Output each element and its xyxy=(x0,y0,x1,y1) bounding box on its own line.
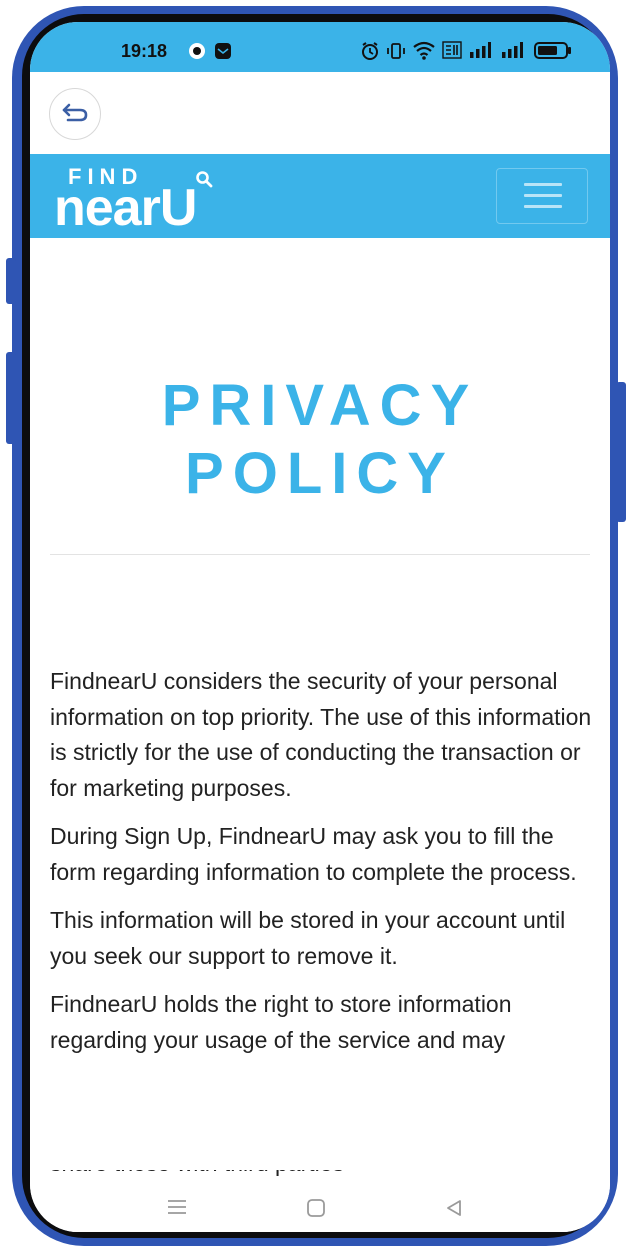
home-icon[interactable] xyxy=(306,1198,326,1218)
system-nav-bar xyxy=(30,1182,610,1232)
policy-paragraph: This information will be stored in your … xyxy=(50,907,566,969)
wifi-icon xyxy=(413,41,435,60)
alarm-icon xyxy=(362,42,378,60)
policy-paragraph: During Sign Up, FindnearU may ask you to… xyxy=(50,823,577,885)
signal-icon xyxy=(502,42,523,58)
message-icon xyxy=(215,43,231,59)
back-arrow-icon xyxy=(62,103,88,122)
menu-icon[interactable] xyxy=(166,1198,188,1216)
hamburger-line xyxy=(524,183,562,186)
page-title: PRIVACY POLICY xyxy=(30,372,610,508)
policy-content: FindnearU considers the security of your… xyxy=(50,664,595,1071)
logo-near-text: nearU xyxy=(54,179,197,237)
volte-icon xyxy=(442,41,462,59)
findnearu-logo[interactable]: FIND nearU xyxy=(52,160,252,237)
page-title-line2: POLICY xyxy=(185,441,455,506)
phone-screen: 19:18 FIND nearU PRIVACY POLICY Findnear… xyxy=(30,22,610,1232)
battery-icon xyxy=(534,42,571,59)
status-bar: 19:18 xyxy=(30,22,610,72)
power-button xyxy=(616,382,626,522)
hamburger-line xyxy=(524,205,562,208)
policy-cutoff-text: share those with third parties xyxy=(50,1170,410,1182)
site-navbar: FIND nearU xyxy=(30,154,610,238)
page-title-line1: PRIVACY xyxy=(161,373,479,438)
record-icon xyxy=(189,43,205,59)
vibrate-icon xyxy=(387,43,405,59)
volume-down-button xyxy=(6,352,16,444)
top-bar xyxy=(30,72,610,154)
volume-up-button xyxy=(6,258,16,304)
magnifier-icon xyxy=(196,171,213,188)
title-divider xyxy=(50,554,590,555)
hamburger-menu-button[interactable] xyxy=(496,168,588,224)
policy-paragraph: FindnearU considers the security of your… xyxy=(50,668,592,801)
back-icon[interactable] xyxy=(444,1198,464,1218)
status-time: 19:18 xyxy=(121,41,168,61)
policy-paragraph-cutoff: share those with third parties xyxy=(50,1170,410,1182)
policy-paragraph: FindnearU holds the right to store infor… xyxy=(50,991,512,1053)
hamburger-line xyxy=(524,194,562,197)
back-button[interactable] xyxy=(49,88,101,140)
signal-icon xyxy=(470,42,491,58)
